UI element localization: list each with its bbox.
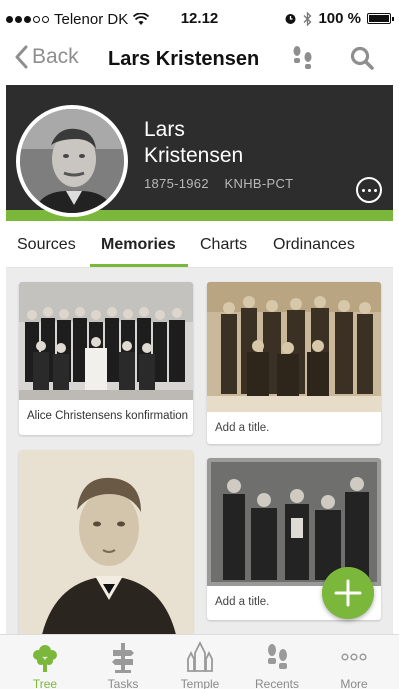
footprints-icon[interactable] bbox=[289, 44, 317, 74]
bottom-tab-label: Tasks bbox=[107, 677, 139, 689]
recents-icon bbox=[268, 644, 287, 669]
temple-icon bbox=[187, 641, 213, 672]
memory-caption: Add a title. bbox=[215, 422, 270, 434]
person-last-name: Kristensen bbox=[144, 144, 244, 167]
back-label: Back bbox=[32, 45, 79, 68]
navigation-bar: Back Lars Kristensen bbox=[0, 38, 399, 84]
bottom-tab-label: More bbox=[340, 677, 368, 689]
person-name: Lars Kristensen bbox=[144, 117, 243, 169]
person-portrait[interactable] bbox=[16, 105, 128, 217]
person-meta: 1875-1962 KNHB-PCT bbox=[144, 176, 293, 191]
memory-photo bbox=[19, 450, 193, 634]
bottom-tab-label: Tree bbox=[32, 677, 58, 689]
back-button[interactable]: Back bbox=[14, 45, 79, 69]
status-bar: Telenor DK 12.12 100 % bbox=[0, 0, 399, 38]
memory-photo bbox=[207, 458, 381, 586]
tab-charts[interactable]: Charts bbox=[200, 236, 247, 254]
bottom-tab-recents[interactable]: Recents bbox=[237, 635, 317, 689]
page-title: Lars Kristensen bbox=[108, 48, 260, 70]
tasks-icon bbox=[112, 643, 134, 673]
status-right: 100 % bbox=[284, 10, 394, 27]
tab-sources[interactable]: Sources bbox=[17, 236, 76, 254]
memory-caption: Add a title. bbox=[215, 596, 270, 608]
active-tab-indicator bbox=[90, 264, 188, 267]
bottom-tab-tree[interactable]: Tree bbox=[5, 635, 85, 689]
person-lifespan: 1875-1962 bbox=[144, 176, 209, 191]
chevron-left-icon bbox=[15, 45, 28, 69]
tree-icon bbox=[33, 645, 57, 672]
add-memory-button[interactable] bbox=[322, 567, 374, 619]
portrait-photo bbox=[20, 109, 124, 213]
bottom-tab-bar: Tree Tasks Temple Recents More bbox=[0, 634, 399, 689]
memory-card[interactable]: Add a title. bbox=[207, 282, 381, 444]
tab-memories[interactable]: Memories bbox=[101, 236, 176, 254]
memory-card[interactable]: Alice Christensens konfirmation bbox=[19, 282, 193, 435]
search-icon[interactable] bbox=[349, 44, 377, 74]
person-header: Lars Kristensen 1875-1962 KNHB-PCT bbox=[6, 85, 393, 217]
more-options-icon[interactable] bbox=[356, 177, 382, 203]
bottom-tab-tasks[interactable]: Tasks bbox=[83, 635, 163, 689]
memory-photo bbox=[19, 282, 193, 400]
bottom-tab-label: Recents bbox=[254, 677, 300, 689]
bluetooth-icon bbox=[303, 11, 312, 26]
alarm-icon bbox=[285, 14, 296, 24]
memory-caption: Alice Christensens konfirmation bbox=[27, 410, 189, 422]
memory-card[interactable] bbox=[19, 450, 193, 634]
more-icon bbox=[341, 653, 367, 661]
battery-icon bbox=[367, 13, 394, 24]
bottom-tab-label: Temple bbox=[180, 677, 220, 689]
memory-photo bbox=[207, 282, 381, 412]
person-id: KNHB-PCT bbox=[224, 176, 294, 191]
tab-ordinances[interactable]: Ordinances bbox=[273, 236, 355, 254]
bottom-tab-temple[interactable]: Temple bbox=[160, 635, 240, 689]
bottom-tab-more[interactable]: More bbox=[314, 635, 394, 689]
person-first-name: Lars bbox=[144, 118, 185, 141]
battery-percent: 100 % bbox=[318, 10, 361, 27]
person-tabs: Sources Memories Charts Ordinances bbox=[6, 222, 393, 268]
